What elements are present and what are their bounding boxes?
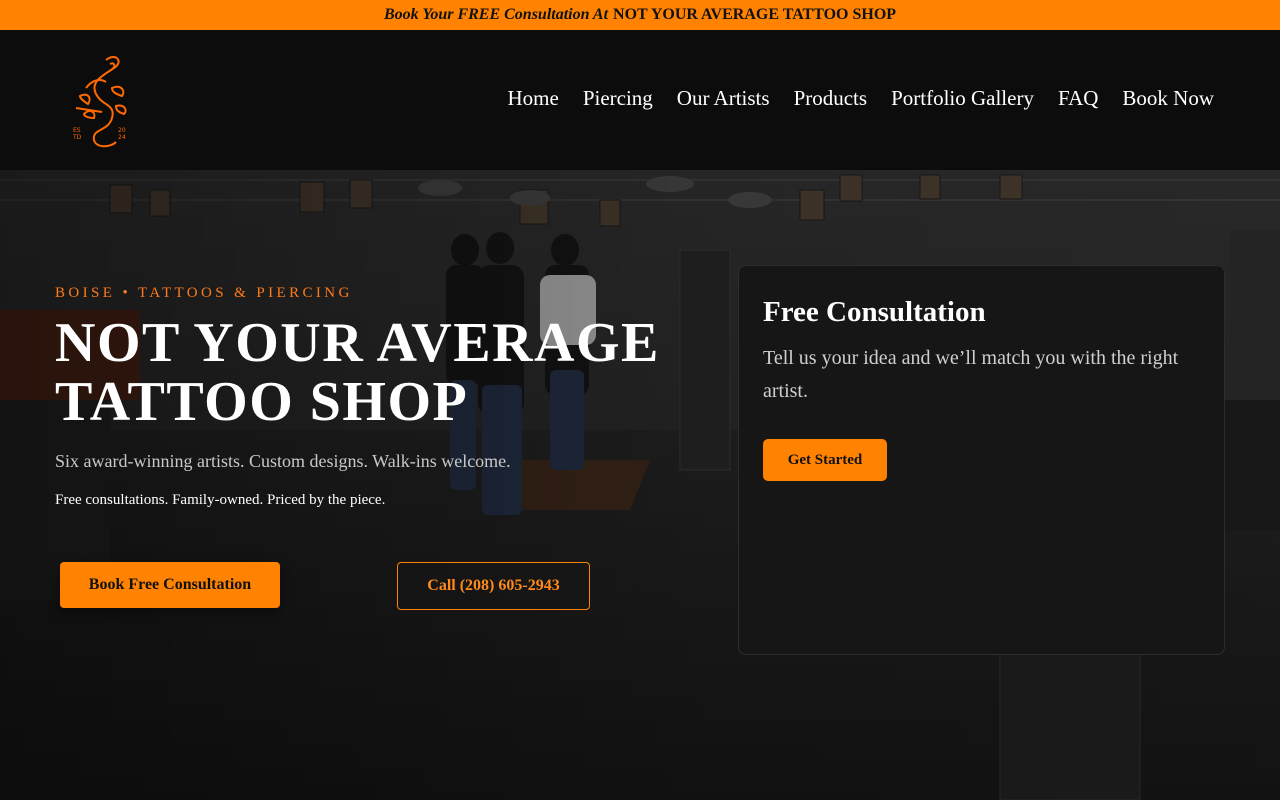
site-logo[interactable]: ES TD 20 24 [66, 48, 136, 152]
nav-portfolio-gallery[interactable]: Portfolio Gallery [891, 86, 1034, 111]
book-free-consultation-button[interactable]: Book Free Consultation [60, 562, 280, 608]
consultation-card-title: Free Consultation [763, 296, 986, 328]
promo-bold-text: NOT YOUR AVERAGE TATTOO SHOP [613, 6, 897, 23]
nav-faq[interactable]: FAQ [1058, 86, 1098, 111]
nav-home[interactable]: Home [507, 86, 558, 111]
nav-products[interactable]: Products [794, 86, 868, 111]
hero-title: NOT YOUR AVERAGE TATTOO SHOP [55, 314, 735, 432]
consultation-card-body: Tell us your idea and we’ll match you wi… [763, 347, 1179, 402]
svg-text:20: 20 [118, 127, 126, 134]
nav-our-artists[interactable]: Our Artists [677, 86, 770, 111]
svg-text:ES: ES [73, 127, 81, 134]
get-started-button[interactable]: Get Started [763, 439, 887, 481]
nav-book-now[interactable]: Book Now [1122, 86, 1214, 111]
consultation-card: Free Consultation Tell us your idea and … [738, 265, 1225, 655]
promo-italic-text: Book Your FREE Consultation At [383, 6, 609, 23]
hero-eyebrow: BOISE • TATTOOS & PIERCING [55, 285, 353, 301]
site-header: ES TD 20 24 Home Piercing Our Artists Pr… [0, 30, 1280, 170]
svg-text:24: 24 [118, 134, 126, 141]
main-nav: Home Piercing Our Artists Products Portf… [507, 86, 1214, 111]
hero-title-line-2: TATTOO SHOP [55, 371, 469, 433]
snake-logo-icon: ES TD 20 24 [72, 56, 127, 148]
hero-title-line-1: NOT YOUR AVERAGE [55, 312, 660, 374]
hero-subtitle: Six award-winning artists. Custom design… [55, 451, 511, 471]
svg-text:TD: TD [72, 134, 82, 141]
hero-tagline: Free consultations. Family-owned. Priced… [55, 492, 386, 508]
promo-bar[interactable]: Book Your FREE Consultation At NOT YOUR … [0, 0, 1280, 30]
hero-section: BOISE • TATTOOS & PIERCING NOT YOUR AVER… [0, 170, 1280, 800]
call-phone-button[interactable]: Call (208) 605-2943 [397, 562, 590, 610]
nav-piercing[interactable]: Piercing [583, 86, 653, 111]
